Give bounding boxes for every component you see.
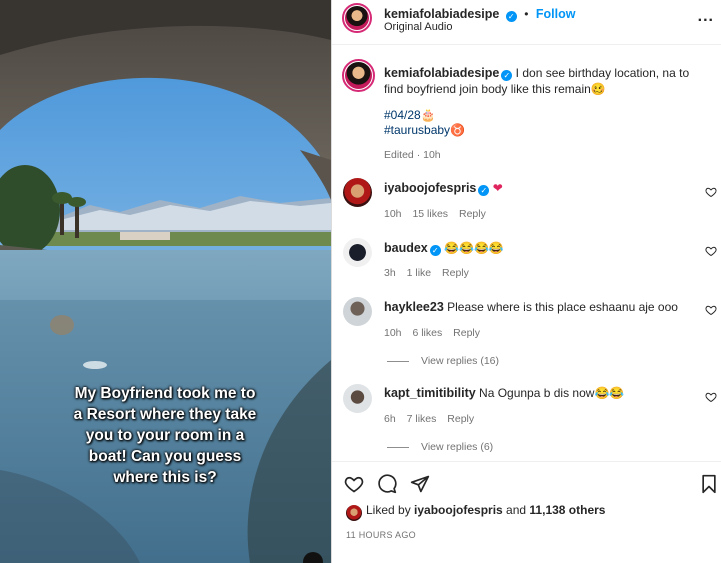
verified-badge-icon: ✓ bbox=[505, 11, 517, 22]
post-media-video[interactable]: My Boyfriend took me to a Resort where t… bbox=[0, 0, 331, 563]
commenter-avatar[interactable] bbox=[343, 297, 372, 326]
edited-label: Edited · 10h bbox=[384, 149, 441, 161]
comment-like-heart-icon[interactable] bbox=[705, 245, 717, 257]
comment-like-heart-icon[interactable] bbox=[705, 186, 717, 198]
comment-username[interactable]: baudex bbox=[384, 241, 428, 255]
commenter-avatar[interactable] bbox=[343, 238, 372, 267]
save-bookmark-icon[interactable] bbox=[700, 474, 718, 494]
comment-likes[interactable]: 1 like bbox=[407, 267, 432, 279]
hashtag-taurus[interactable]: #taurusbaby♉ bbox=[384, 122, 465, 138]
post-actions-bar bbox=[332, 461, 721, 501]
comment-username[interactable]: hayklee23 bbox=[384, 300, 444, 314]
comment-time: 10h bbox=[384, 327, 402, 339]
comment-likes[interactable]: 7 likes bbox=[407, 413, 437, 425]
comment-like-heart-icon[interactable] bbox=[705, 304, 717, 316]
comment-time: 10h bbox=[384, 208, 402, 220]
more-options-icon[interactable]: ... bbox=[698, 8, 714, 26]
author-username[interactable]: kemiafolabiadesipe bbox=[384, 7, 499, 21]
view-replies-button[interactable]: View replies (16) bbox=[387, 355, 499, 367]
share-send-icon[interactable] bbox=[410, 474, 430, 494]
liked-by-username[interactable]: iyaboojofespris bbox=[414, 503, 503, 517]
verified-badge-icon: ✓ bbox=[429, 245, 441, 256]
post-details-panel: kemiafolabiadesipe ✓ • Follow Original A… bbox=[331, 0, 721, 563]
reply-button[interactable]: Reply bbox=[442, 267, 469, 279]
like-heart-icon[interactable] bbox=[344, 474, 364, 494]
comment-time: 6h bbox=[384, 413, 396, 425]
comment-username[interactable]: kapt_timitibility bbox=[384, 386, 476, 400]
comment-bubble-icon[interactable] bbox=[377, 474, 397, 494]
caption-line: My Boyfriend took me to bbox=[74, 385, 256, 402]
reply-button[interactable]: Reply bbox=[447, 413, 474, 425]
comment-text: Na Ogunpa b dis now😂😂 bbox=[479, 386, 625, 400]
caption-line: where this is? bbox=[113, 469, 217, 486]
comment-item: hayklee23 Please where is this place esh… bbox=[384, 299, 678, 315]
comment-meta: 10h 6 likes Reply bbox=[384, 327, 480, 339]
post-header: kemiafolabiadesipe ✓ • Follow Original A… bbox=[332, 0, 721, 44]
caption-line: a Resort where they take bbox=[73, 406, 257, 423]
replies-line bbox=[387, 360, 409, 362]
comment-likes[interactable]: 15 likes bbox=[412, 208, 448, 220]
comment-text: Please where is this place eshaanu aje o… bbox=[447, 300, 678, 314]
reply-button[interactable]: Reply bbox=[453, 327, 480, 339]
separator-dot: • bbox=[524, 7, 529, 21]
hashtag-birthday[interactable]: #04/28🎂 bbox=[384, 107, 436, 123]
comment-meta: 6h 7 likes Reply bbox=[384, 413, 474, 425]
view-replies-button[interactable]: View replies (6) bbox=[387, 441, 493, 453]
reply-button[interactable]: Reply bbox=[459, 208, 486, 220]
comment-item: baudex ✓ 😂😂😂😂 bbox=[384, 240, 504, 256]
comment-text: ❤ bbox=[492, 181, 503, 195]
comment-text: 😂😂😂😂 bbox=[444, 241, 504, 255]
verified-badge-icon: ✓ bbox=[478, 185, 490, 196]
post-caption: kemiafolabiadesipe ✓ I don see birthday l… bbox=[384, 65, 709, 97]
comment-item: kapt_timitibility Na Ogunpa b dis now😂😂 bbox=[384, 385, 624, 401]
likes-count-link[interactable]: 11,138 others bbox=[529, 503, 605, 517]
post-timestamp[interactable]: 11 HOURS AGO bbox=[346, 530, 416, 540]
comment-like-heart-icon[interactable] bbox=[705, 391, 717, 403]
caption-username[interactable]: kemiafolabiadesipe bbox=[384, 66, 499, 80]
caption-line: boat! Can you guess bbox=[88, 448, 242, 465]
video-caption: My Boyfriend took me to a Resort where t… bbox=[40, 383, 290, 488]
comment-meta: 3h 1 like Reply bbox=[384, 267, 469, 279]
commenter-avatar[interactable] bbox=[343, 178, 372, 207]
follow-button[interactable]: Follow bbox=[536, 7, 576, 21]
caption-author-avatar[interactable] bbox=[342, 59, 375, 92]
comment-username[interactable]: iyaboojofespris bbox=[384, 181, 476, 195]
replies-line bbox=[387, 446, 409, 448]
header-divider bbox=[332, 44, 721, 45]
author-avatar[interactable] bbox=[342, 3, 372, 33]
liked-by-avatar[interactable] bbox=[346, 505, 362, 521]
verified-badge-icon: ✓ bbox=[501, 70, 513, 81]
comment-likes[interactable]: 6 likes bbox=[412, 327, 442, 339]
audio-label[interactable]: Original Audio bbox=[384, 21, 453, 33]
caption-line: you to your room in a bbox=[85, 427, 245, 444]
comment-item: iyaboojofespris ✓ ❤ bbox=[384, 180, 503, 196]
comment-meta: 10h 15 likes Reply bbox=[384, 208, 486, 220]
comment-time: 3h bbox=[384, 267, 396, 279]
commenter-avatar[interactable] bbox=[343, 384, 372, 413]
liked-by-text: Liked by iyaboojofespris and 11,138 othe… bbox=[366, 503, 606, 517]
